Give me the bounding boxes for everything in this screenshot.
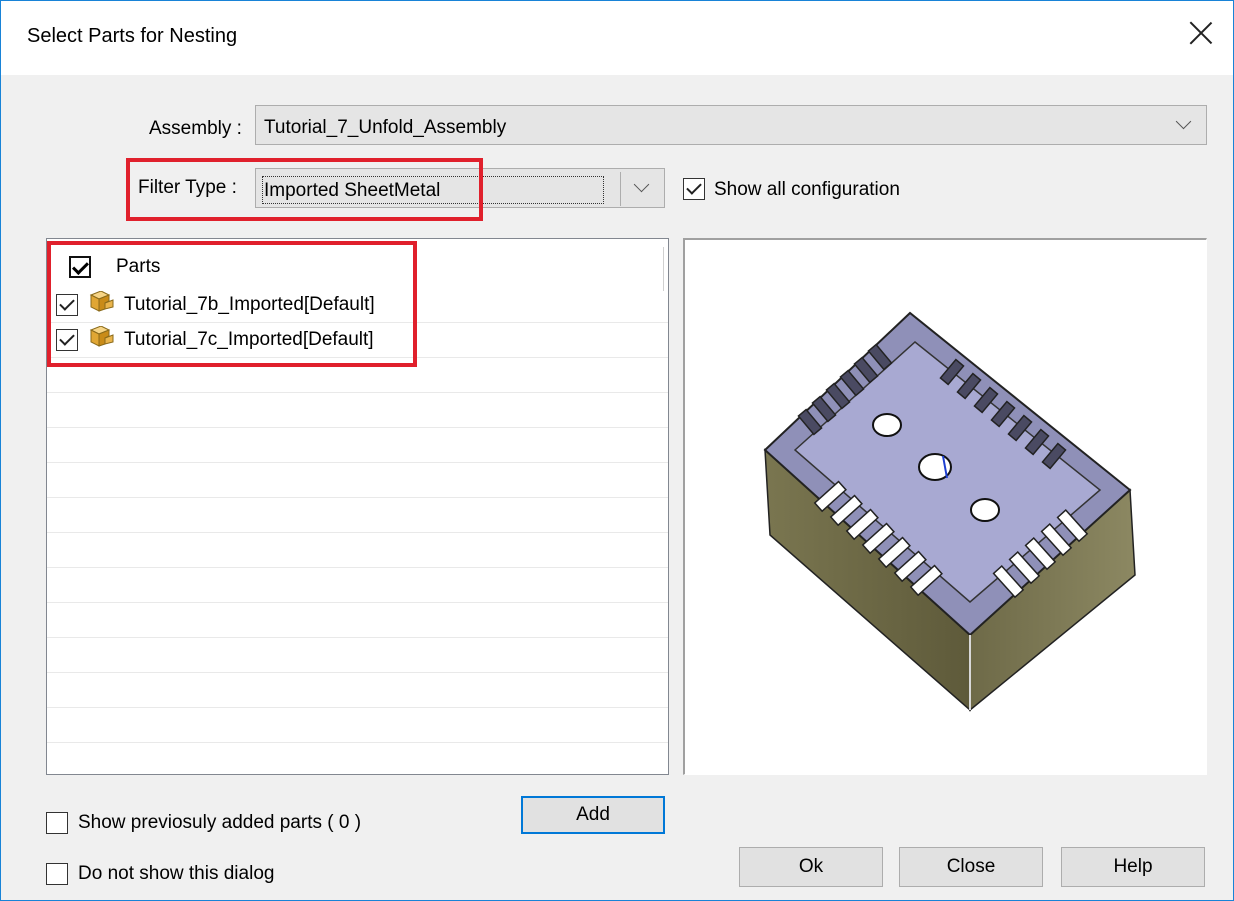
do-not-show-dialog-checkbox[interactable] [46,863,68,885]
help-button[interactable]: Help [1061,847,1205,887]
empty-row [47,673,668,708]
show-previous-parts-label[interactable]: Show previosuly added parts ( 0 ) [78,812,361,834]
dropdown-separator [620,172,621,206]
show-previous-parts-checkbox[interactable] [46,812,68,834]
close-icon[interactable] [1183,15,1219,51]
ok-button[interactable]: Ok [739,847,883,887]
empty-row [47,603,668,638]
part-preview-panel [683,238,1207,775]
dialog-title: Select Parts for Nesting [27,25,238,47]
select-parts-dialog: Select Parts for Nesting Assembly : Tuto… [0,0,1234,901]
assembly-value: Tutorial_7_Unfold_Assembly [264,117,507,138]
empty-row [47,743,668,774]
assembly-dropdown[interactable]: Tutorial_7_Unfold_Assembly [255,105,1207,145]
chevron-down-icon [632,179,654,197]
empty-row [47,708,668,743]
empty-row [47,428,668,463]
title-bar: Select Parts for Nesting [1,1,1233,75]
empty-row [47,533,668,568]
empty-row [47,393,668,428]
filter-highlight-box [126,158,483,221]
do-not-show-dialog-label[interactable]: Do not show this dialog [78,863,274,885]
add-button[interactable]: Add [521,796,665,834]
empty-row [47,463,668,498]
show-all-configuration-checkbox[interactable] [683,178,705,200]
parts-highlight-box [47,241,417,367]
empty-row [47,638,668,673]
part-preview-3d [763,311,1136,712]
assembly-label: Assembly : [149,118,242,139]
empty-row [47,498,668,533]
empty-row [47,568,668,603]
close-button[interactable]: Close [899,847,1043,887]
chevron-down-icon [1174,116,1196,134]
show-all-configuration-label[interactable]: Show all configuration [714,179,900,201]
